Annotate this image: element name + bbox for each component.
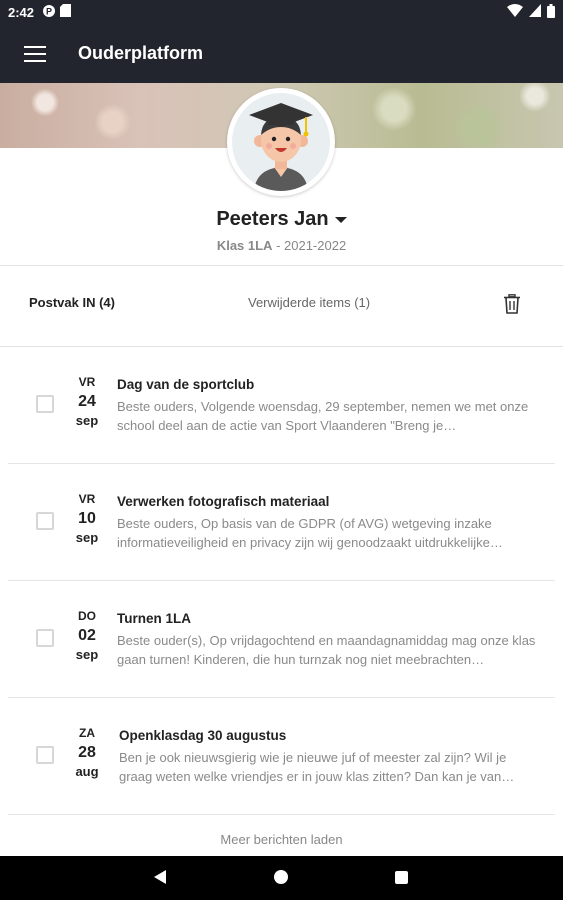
message-date: ZA 28 aug xyxy=(70,726,104,779)
status-time: 2:42 xyxy=(8,4,35,20)
caret-down-icon xyxy=(334,216,347,223)
app-title: Ouderplatform xyxy=(78,43,204,63)
message-subject: Openklasdag 30 augustus xyxy=(119,728,287,743)
school-year: 2021-2022 xyxy=(284,238,347,253)
profile-name: Peeters Jan xyxy=(216,208,329,230)
mailbox-tabs: Postvak IN (4) Verwijderde items (1) xyxy=(0,266,563,346)
message-checkbox[interactable] xyxy=(36,629,54,647)
status-bar: 2:42 P xyxy=(0,0,563,24)
tab-inbox[interactable]: Postvak IN (4) xyxy=(29,295,115,310)
message-preview: Beste ouders, Volgende woensdag, 29 sept… xyxy=(117,399,529,433)
signal-icon xyxy=(529,4,541,20)
battery-icon xyxy=(547,3,555,21)
message-separator xyxy=(8,814,555,815)
message-checkbox[interactable] xyxy=(36,746,54,764)
message-weekday: DO xyxy=(78,609,96,623)
message-date: VR 10 sep xyxy=(70,492,104,545)
avatar[interactable] xyxy=(227,88,335,196)
status-right-icons xyxy=(507,3,555,21)
message-month: sep xyxy=(75,647,99,662)
message-checkbox[interactable] xyxy=(36,395,54,413)
app-bar: Ouderplatform xyxy=(0,24,563,83)
message-month: sep xyxy=(75,413,99,428)
wifi-icon xyxy=(507,4,523,20)
message-subject: Dag van de sportclub xyxy=(117,377,255,392)
home-icon[interactable] xyxy=(274,870,288,884)
message-checkbox[interactable] xyxy=(36,512,54,530)
message-item[interactable]: VR 10 sep Verwerken fotografisch materia… xyxy=(0,464,563,580)
back-icon[interactable] xyxy=(154,870,166,884)
message-item[interactable]: VR 24 sep Dag van de sportclub Beste oud… xyxy=(0,347,563,463)
system-nav-bar xyxy=(0,856,563,900)
sd-card-icon xyxy=(60,4,72,20)
graduate-avatar-icon xyxy=(232,93,330,191)
message-preview: Beste ouders, Op basis van de GDPR (of A… xyxy=(117,516,503,550)
class-label: Klas 1LA xyxy=(216,238,273,253)
message-day: 10 xyxy=(78,510,96,527)
message-item[interactable]: ZA 28 aug Openklasdag 30 augustus Ben je… xyxy=(0,698,563,814)
message-subject: Verwerken fotografisch materiaal xyxy=(117,494,330,509)
message-date: VR 24 sep xyxy=(70,375,104,428)
message-preview: Beste ouder(s), Op vrijdagochtend en maa… xyxy=(117,633,536,667)
tab-deleted-items[interactable]: Verwijderde items (1) xyxy=(248,295,370,310)
message-day: 02 xyxy=(78,627,96,644)
recents-icon[interactable] xyxy=(395,871,408,884)
profile-name-selector[interactable]: Peeters Jan xyxy=(0,208,563,231)
svg-text:P: P xyxy=(46,6,52,16)
message-day: 28 xyxy=(78,744,96,761)
message-subject: Turnen 1LA xyxy=(117,611,191,626)
message-weekday: VR xyxy=(78,492,96,506)
message-weekday: VR xyxy=(78,375,96,389)
hamburger-menu-icon[interactable] xyxy=(24,45,46,62)
message-date: DO 02 sep xyxy=(70,609,104,662)
profile-class-info: Klas 1LA - 2021-2022 xyxy=(0,238,563,253)
message-day: 24 xyxy=(78,393,96,410)
message-month: sep xyxy=(75,530,99,545)
trash-icon[interactable] xyxy=(503,294,523,316)
message-preview: Ben je ook nieuwsgierig wie je nieuwe ju… xyxy=(119,750,515,784)
message-weekday: ZA xyxy=(79,726,95,740)
message-item[interactable]: DO 02 sep Turnen 1LA Beste ouder(s), Op … xyxy=(0,581,563,697)
load-more-button[interactable]: Meer berichten laden xyxy=(0,832,563,847)
message-month: aug xyxy=(75,764,99,779)
notification-p-icon: P xyxy=(42,4,56,21)
class-separator: - xyxy=(272,238,285,253)
